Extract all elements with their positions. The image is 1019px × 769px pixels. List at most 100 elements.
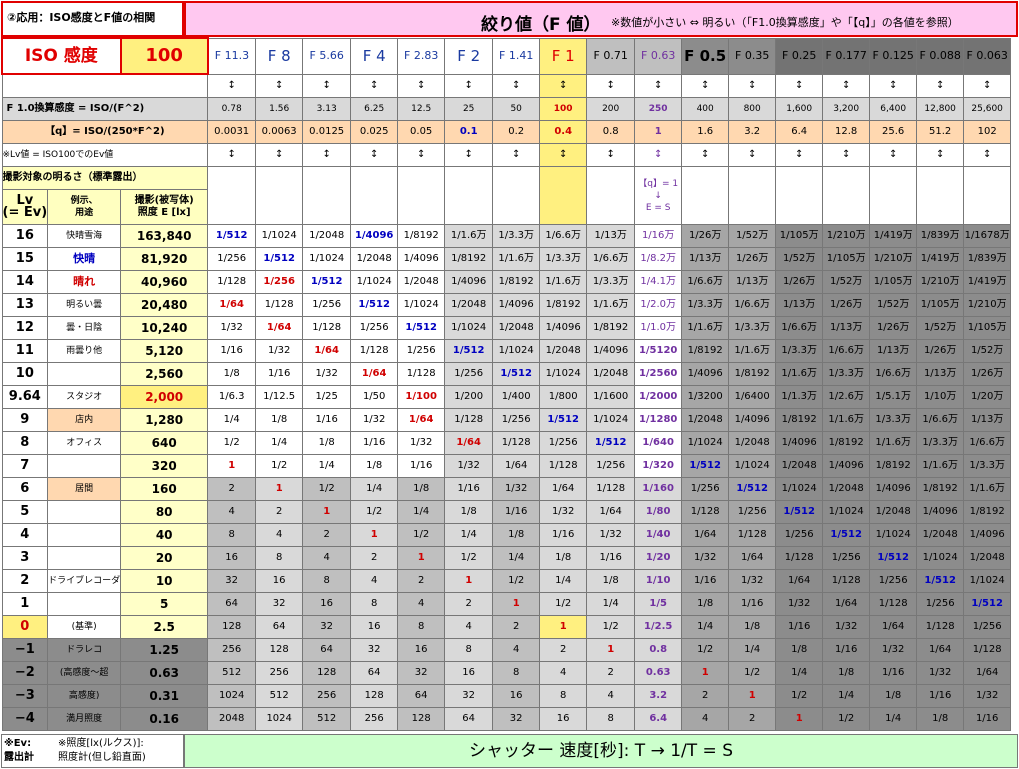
fnumber-header: F 1 [539, 37, 588, 75]
shutter-cell: 1/64 [775, 569, 824, 593]
fnumber-header: F 0.35 [728, 37, 777, 75]
fnumber-header: F 0.088 [916, 37, 965, 75]
shutter-cell: 1/128 [916, 615, 965, 639]
blank-cell [397, 166, 446, 225]
shutter-cell: 256 [350, 707, 399, 731]
shutter-cell: 1/105万 [869, 270, 918, 294]
shutter-cell: 1/512 [255, 247, 304, 271]
shutter-cell: 1/2048 [586, 362, 636, 386]
shutter-cell: 1/6.6万 [775, 316, 824, 340]
example-label: 晴れ [47, 270, 122, 294]
shutter-cell: 32 [492, 707, 541, 731]
shutter-cell: 1/13万 [822, 316, 871, 340]
shutter-cell: 1/256 [397, 339, 446, 363]
shutter-cell: 1/1.6万 [444, 224, 494, 248]
shutter-cell: 1/512 [444, 339, 494, 363]
title-spacer [2, 1, 1011, 38]
equiv-value: 0.78 [207, 97, 257, 121]
iso-label: ISO 感度 [1, 37, 122, 75]
shutter-cell: 1024 [207, 684, 257, 708]
shutter-cell: 1/64 [869, 615, 918, 639]
equiv-value: 250 [634, 97, 683, 121]
shutter-cell: 1/64 [681, 523, 730, 547]
shutter-cell: 1/3200 [681, 385, 730, 409]
q-value: 0.8 [586, 120, 636, 144]
shutter-cell: 1/2 [444, 546, 494, 570]
lux-value: 2,560 [120, 362, 209, 386]
lv-value: −3 [1, 684, 49, 708]
shutter-cell: 1/8 [255, 408, 304, 432]
example-label: 曇・日陰 [47, 316, 122, 340]
shutter-cell: 1 [255, 477, 304, 501]
shutter-cell: 1/1678万 [963, 224, 1012, 248]
shutter-cell: 1/40 [634, 523, 683, 547]
lv-value: 5 [1, 500, 49, 524]
shutter-cell: 1/16 [302, 408, 352, 432]
shutter-cell: 1/256 [302, 293, 352, 317]
shutter-cell: 1/512 [207, 224, 257, 248]
example-label: オフィス [47, 431, 122, 455]
shutter-cell: 1/4 [397, 500, 446, 524]
shutter-cell: 1/128 [775, 546, 824, 570]
equiv-value: 400 [681, 97, 730, 121]
arrow-cell: ↕ [539, 73, 588, 98]
arrow-cell: ↕ [492, 143, 541, 167]
shutter-cell: 1/64 [822, 592, 871, 616]
example-label [47, 592, 122, 616]
shutter-cell: 4 [397, 592, 446, 616]
shutter-cell: 1/128 [869, 592, 918, 616]
shutter-cell: 1/8 [728, 615, 777, 639]
shutter-cell: 1/2048 [492, 316, 541, 340]
shutter-cell: 1/256 [350, 316, 399, 340]
shutter-cell: 1/4096 [539, 316, 588, 340]
shutter-cell: 1/128 [586, 477, 636, 501]
q-note: 【q】= 1 ↓ E = S [634, 166, 683, 225]
q-value: 6.4 [775, 120, 824, 144]
lv-value: 10 [1, 362, 49, 386]
arrow-cell: ↕ [302, 73, 352, 98]
shutter-cell: 4 [302, 546, 352, 570]
equiv-value: 200 [586, 97, 636, 121]
shutter-cell: 1/512 [492, 362, 541, 386]
shutter-cell: 1/2000 [634, 385, 683, 409]
fnumber-header: F 11.3 [207, 37, 257, 75]
fnumber-header: F 0.71 [586, 37, 636, 75]
shutter-cell: 1/64 [539, 477, 588, 501]
shutter-cell: 1/8192 [681, 339, 730, 363]
shutter-cell: 1/1024 [728, 454, 777, 478]
lv-value: 13 [1, 293, 49, 317]
lv-value: 3 [1, 546, 49, 570]
shutter-cell: 1/2048 [444, 293, 494, 317]
arrow-cell: ↕ [634, 143, 683, 167]
blank-cell [444, 166, 494, 225]
shutter-cell: 1/8192 [775, 408, 824, 432]
shutter-cell: 1/52万 [775, 247, 824, 271]
shutter-cell: 1/210万 [963, 293, 1012, 317]
shutter-cell: 1/64 [255, 316, 304, 340]
shutter-cell: 1/32 [775, 592, 824, 616]
shutter-cell: 1/8 [207, 362, 257, 386]
shutter-cell: 1/640 [634, 431, 683, 455]
arrow-cell: ↕ [350, 143, 399, 167]
shutter-cell: 1/2 [681, 638, 730, 662]
header-brightness: 撮影対象の明るさ（標準露出） [1, 166, 209, 190]
shutter-cell: 1/3.3万 [586, 270, 636, 294]
fnumber-header: F 0.177 [822, 37, 871, 75]
shutter-cell: 1/32 [963, 684, 1012, 708]
shutter-cell: 4 [586, 684, 636, 708]
shutter-cell: 1/64 [207, 293, 257, 317]
shutter-cell: 1/8 [822, 661, 871, 685]
equiv-value: 800 [728, 97, 777, 121]
shutter-cell: 1/4.1万 [634, 270, 683, 294]
shutter-cell: 1/512 [681, 454, 730, 478]
shutter-cell: 1/512 [350, 293, 399, 317]
shutter-cell: 1/256 [539, 431, 588, 455]
shutter-cell: 1/128 [207, 270, 257, 294]
shutter-cell: 1/160 [634, 477, 683, 501]
arrow-cell: ↕ [822, 73, 871, 98]
shutter-cell: 1/1.6万 [728, 339, 777, 363]
lv-value: 12 [1, 316, 49, 340]
shutter-cell: 1/6.6万 [586, 247, 636, 271]
equiv-value: 3.13 [302, 97, 352, 121]
shutter-cell: 1/2048 [916, 523, 965, 547]
